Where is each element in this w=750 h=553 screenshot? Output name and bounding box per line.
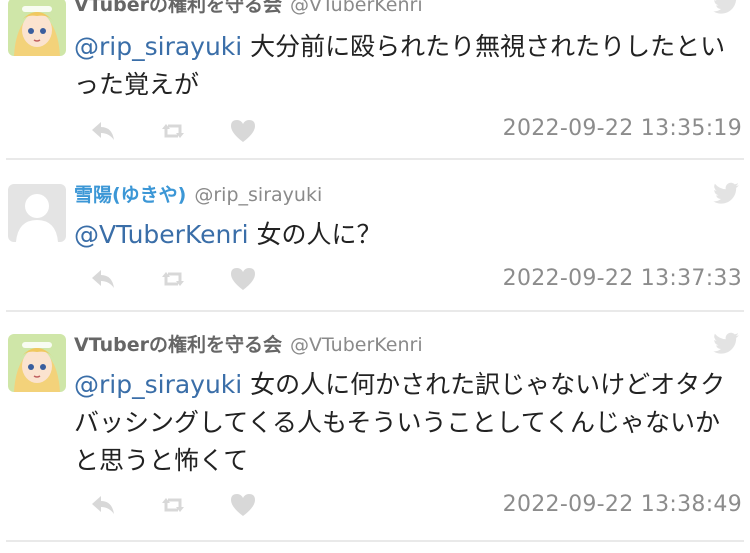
mention-link[interactable]: @rip_sirayuki (74, 370, 242, 399)
mention-link[interactable]: @VTuberKenri (74, 220, 249, 249)
tweet-actions (88, 490, 288, 520)
tweet-text: @VTuberKenri 女の人に？ (74, 220, 382, 249)
avatar[interactable] (8, 184, 66, 242)
display-name[interactable]: VTuberの権利を守る会 (74, 0, 282, 16)
tweet-actions (88, 116, 288, 146)
timestamp[interactable]: 2022-09-22 13:38:49 (503, 492, 742, 517)
handle[interactable]: @rip_sirayuki (194, 184, 322, 206)
avatar[interactable] (8, 334, 66, 392)
tweet-3: VTuberの権利を守る会 @VTuberKenri @rip_sirayuki … (0, 312, 750, 540)
tweet-header: 雪陽(ゆきや) @rip_sirayuki (74, 180, 322, 207)
handle[interactable]: @VTuberKenri (290, 0, 423, 16)
reply-icon[interactable] (88, 490, 118, 520)
tweet-actions (88, 264, 288, 294)
tweet-text: @rip_sirayuki 大分前に殴られたり無視されたりしたといった覚えが (74, 32, 726, 99)
handle[interactable]: @VTuberKenri (290, 334, 423, 356)
bird-icon (713, 182, 739, 204)
tweet-timeline: VTuberの権利を守る会 @VTuberKenri @rip_sirayuki … (0, 0, 750, 553)
display-name[interactable]: 雪陽(ゆきや) (74, 184, 186, 206)
heart-icon[interactable] (228, 264, 258, 294)
heart-icon[interactable] (228, 116, 258, 146)
retweet-icon[interactable] (158, 264, 188, 294)
tweet-2: 雪陽(ゆきや) @rip_sirayuki @VTuberKenri 女の人に？ … (0, 160, 750, 310)
bird-icon (713, 332, 739, 354)
tweet-header: VTuberの権利を守る会 @VTuberKenri (74, 0, 423, 17)
tweet-header: VTuberの権利を守る会 @VTuberKenri (74, 330, 423, 357)
timestamp[interactable]: 2022-09-22 13:35:19 (503, 116, 742, 141)
tweet-1: VTuberの権利を守る会 @VTuberKenri @rip_sirayuki … (0, 0, 750, 160)
display-name[interactable]: VTuberの権利を守る会 (74, 334, 282, 356)
timestamp[interactable]: 2022-09-22 13:37:33 (503, 266, 742, 291)
divider (6, 540, 744, 542)
mention-link[interactable]: @rip_sirayuki (74, 32, 242, 61)
bird-icon (713, 0, 737, 14)
reply-icon[interactable] (88, 116, 118, 146)
tweet-text: @rip_sirayuki 女の人に何かされた訳じゃないけどオタクバッシングして… (74, 370, 726, 475)
reply-icon[interactable] (88, 264, 118, 294)
heart-icon[interactable] (228, 490, 258, 520)
retweet-icon[interactable] (158, 490, 188, 520)
avatar[interactable] (8, 0, 66, 56)
retweet-icon[interactable] (158, 116, 188, 146)
